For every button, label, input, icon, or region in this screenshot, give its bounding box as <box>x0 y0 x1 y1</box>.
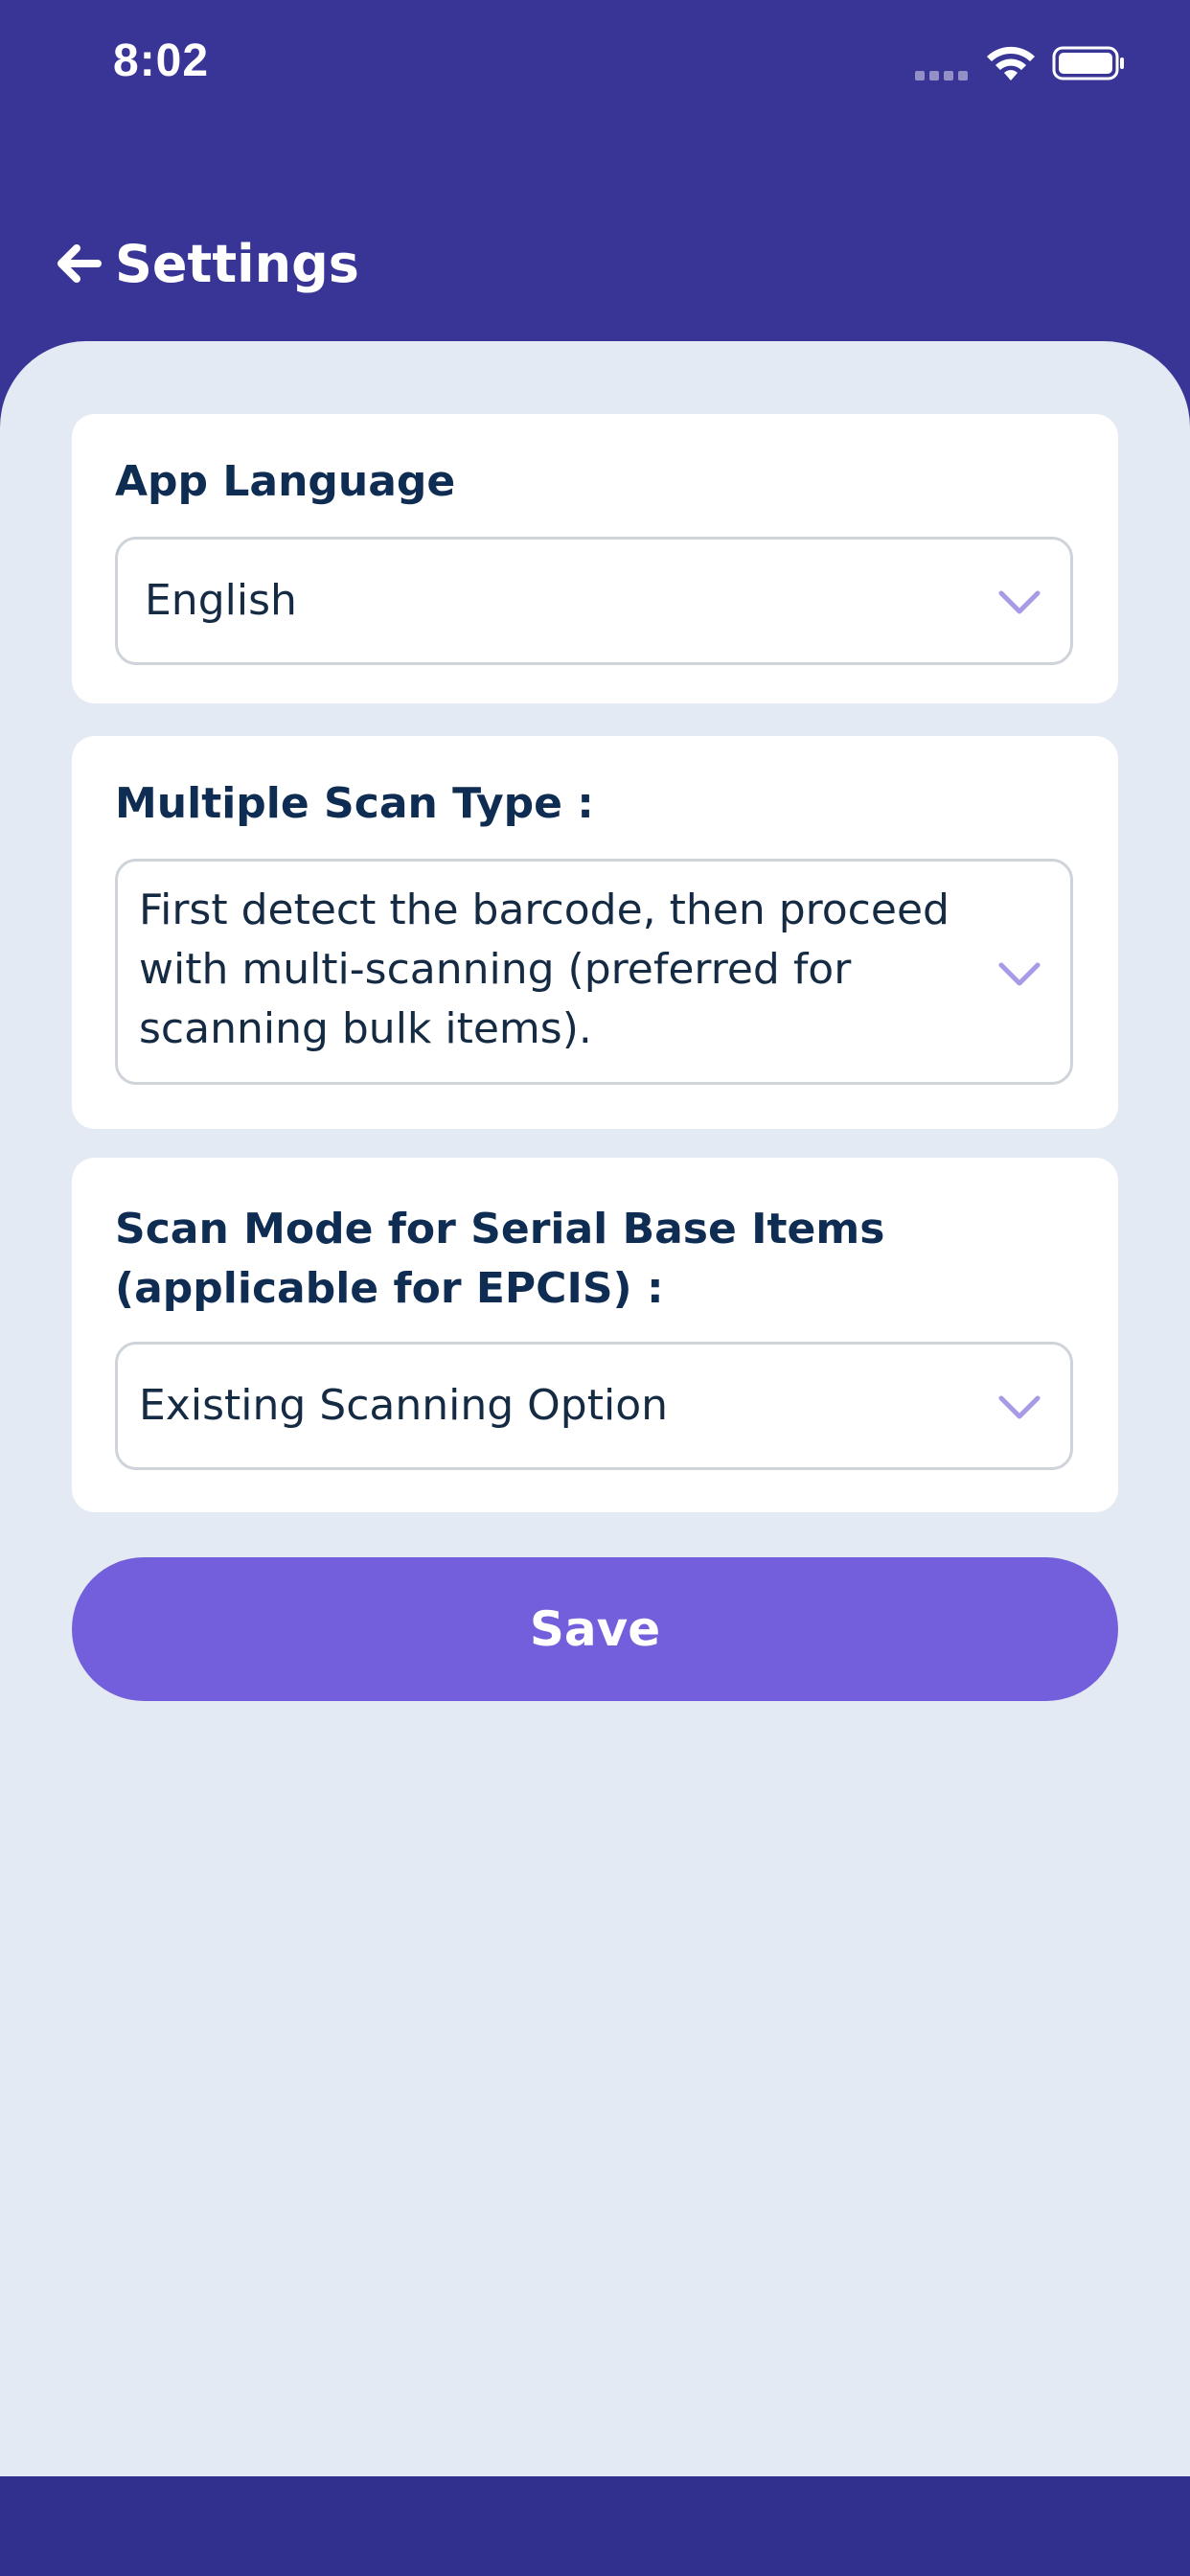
multiple-scan-type-card: Multiple Scan Type : First detect the ba… <box>72 736 1118 1129</box>
scan-mode-card: Scan Mode for Serial Base Items (applica… <box>72 1158 1118 1512</box>
battery-icon <box>1052 46 1124 80</box>
chevron-down-icon <box>998 590 1041 614</box>
scan-mode-value: Existing Scanning Option <box>139 1381 668 1430</box>
chevron-down-icon <box>998 962 1041 986</box>
wifi-icon <box>987 46 1035 80</box>
multiple-scan-type-label: Multiple Scan Type : <box>115 779 594 828</box>
app-language-select[interactable]: English <box>115 537 1073 665</box>
save-button[interactable]: Save <box>72 1557 1118 1701</box>
cellular-signal-icon <box>915 71 968 80</box>
app-language-label: App Language <box>115 457 456 506</box>
page-title: Settings <box>115 233 359 294</box>
header: Settings <box>54 230 359 297</box>
bottom-bar <box>0 2476 1190 2576</box>
status-bar: 8:02 <box>0 0 1190 134</box>
status-time: 8:02 <box>113 35 210 86</box>
multiple-scan-type-select[interactable]: First detect the barcode, then proceed w… <box>115 859 1073 1085</box>
arrow-left-icon[interactable] <box>54 239 103 288</box>
app-language-card: App Language English <box>72 414 1118 703</box>
app-language-value: English <box>145 576 297 625</box>
multiple-scan-type-value: First detect the barcode, then proceed w… <box>139 886 950 1053</box>
settings-content: App Language English Multiple Scan Type … <box>0 341 1190 2476</box>
chevron-down-icon <box>998 1395 1041 1419</box>
scan-mode-label: Scan Mode for Serial Base Items (applica… <box>115 1205 885 1313</box>
scan-mode-select[interactable]: Existing Scanning Option <box>115 1342 1073 1470</box>
